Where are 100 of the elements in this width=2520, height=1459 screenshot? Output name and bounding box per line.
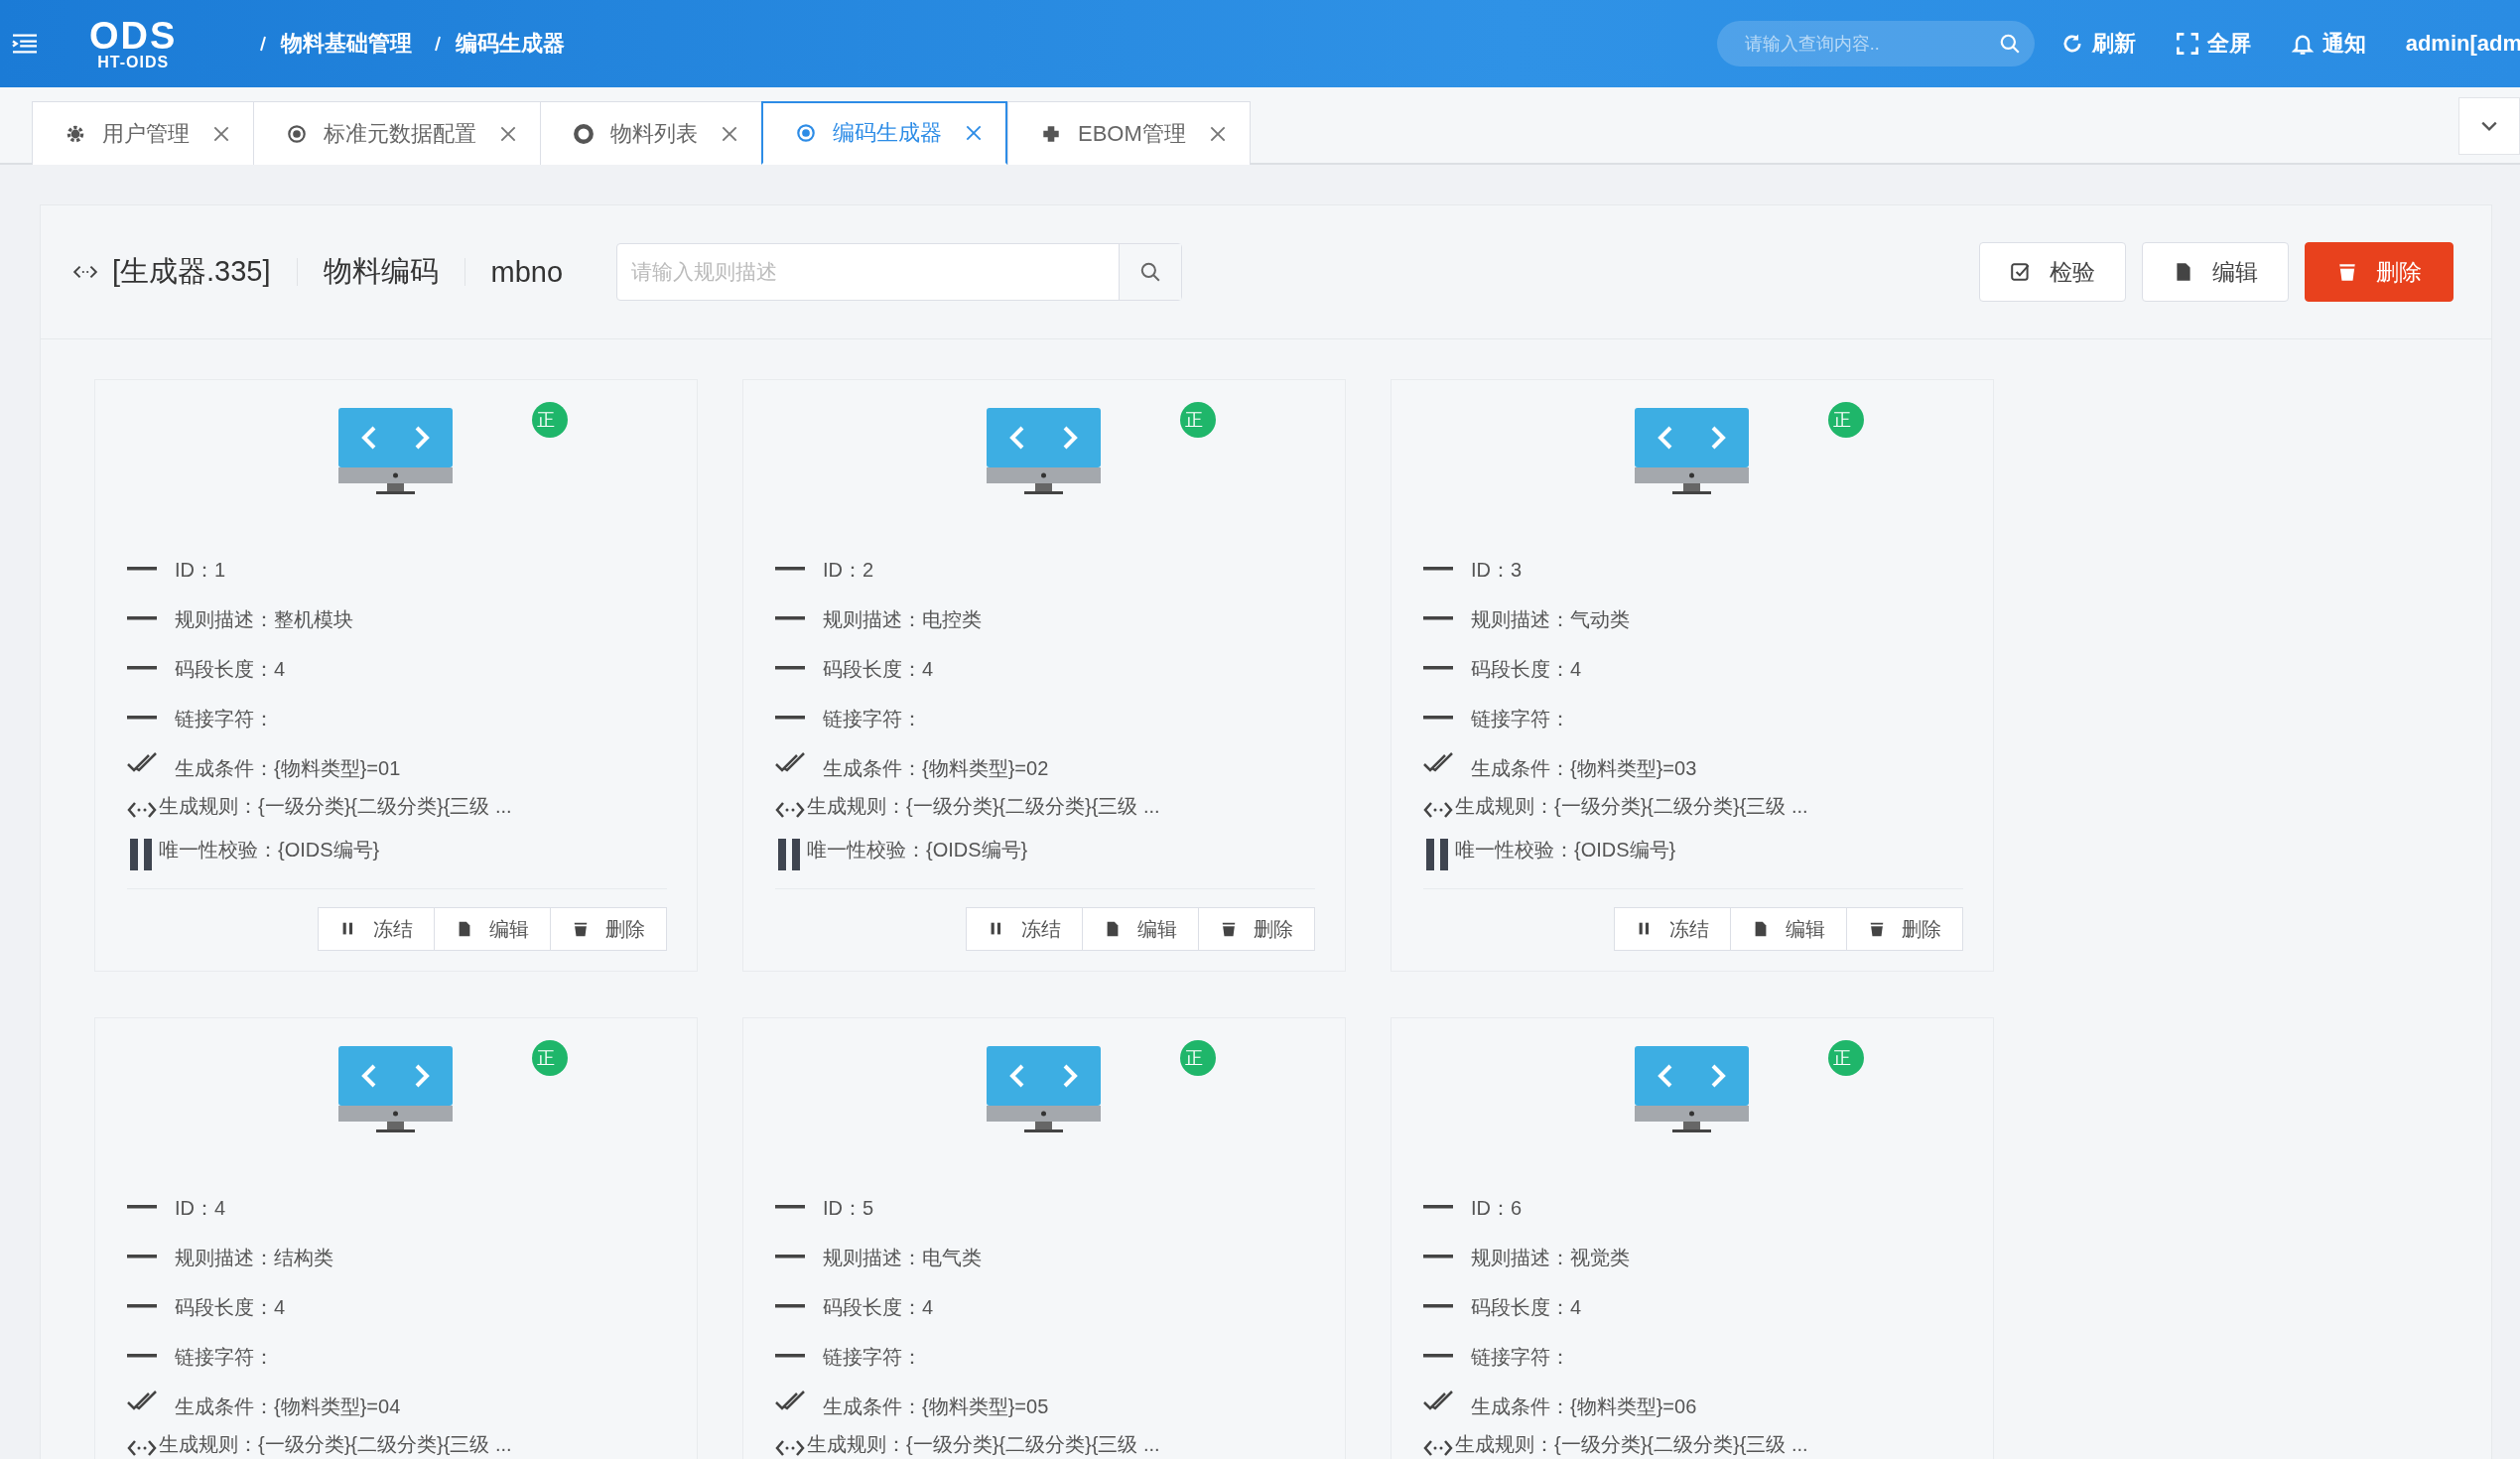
search-input[interactable]: 请输入查询内容.. bbox=[1742, 32, 1999, 56]
monitor-code-icon bbox=[986, 408, 1101, 497]
dash-icon bbox=[775, 1354, 805, 1360]
monitor-code-icon bbox=[1634, 408, 1749, 497]
dash-icon bbox=[1423, 1205, 1453, 1211]
field-text: 规则描述：气动类 bbox=[1471, 606, 1630, 632]
delete-button[interactable]: 删除 bbox=[1198, 907, 1315, 951]
dash-icon bbox=[127, 616, 157, 622]
field-text: ID：6 bbox=[1471, 1195, 1523, 1221]
double-check-icon bbox=[1423, 752, 1453, 774]
bin-icon bbox=[1220, 920, 1238, 938]
close-icon[interactable] bbox=[213, 125, 229, 142]
user-menu[interactable]: admin[adm bbox=[2405, 31, 2520, 57]
chevron-down-icon bbox=[2480, 120, 2498, 132]
delete-button[interactable]: 删除 bbox=[550, 907, 667, 951]
dash-icon bbox=[775, 666, 805, 672]
refresh-button[interactable]: 刷新 bbox=[2059, 29, 2136, 59]
ring-icon bbox=[573, 122, 595, 145]
dash-icon bbox=[127, 1205, 157, 1211]
dash-icon bbox=[1423, 567, 1453, 573]
field-text: 码段长度：4 bbox=[175, 656, 286, 682]
breadcrumb-item[interactable]: 编码生成器 bbox=[456, 29, 566, 59]
code-icon bbox=[775, 1438, 805, 1458]
tab[interactable]: 标准元数据配置 bbox=[253, 101, 540, 165]
status-badge: 正 bbox=[1180, 1040, 1216, 1076]
tab[interactable]: 物料列表 bbox=[540, 101, 761, 165]
dash-icon bbox=[775, 616, 805, 622]
edit-button[interactable]: 编辑 bbox=[2142, 242, 2289, 302]
verify-button[interactable]: 检验 bbox=[1979, 242, 2126, 302]
field-text: 链接字符： bbox=[823, 1344, 922, 1370]
field-text: 规则描述：整机模块 bbox=[175, 606, 353, 632]
search-icon[interactable] bbox=[1139, 261, 1162, 283]
bell-button[interactable]: 通知 bbox=[2290, 29, 2366, 59]
field-text: ID：2 bbox=[823, 557, 874, 583]
generator-id: [生成器.335] bbox=[112, 254, 271, 289]
tab[interactable]: EBOM管理 bbox=[1007, 101, 1251, 165]
dash-icon bbox=[127, 567, 157, 573]
slash-icon bbox=[259, 34, 268, 54]
code-icon bbox=[1423, 800, 1453, 820]
field-text: 链接字符： bbox=[175, 1344, 274, 1370]
field-text: 规则描述：电气类 bbox=[823, 1245, 982, 1270]
field-text: 码段长度：4 bbox=[1471, 1294, 1582, 1320]
field-text: 生成条件：{物料类型}=03 bbox=[1471, 755, 1697, 781]
breadcrumb-item[interactable]: 物料基础管理 bbox=[281, 29, 413, 59]
dash-icon bbox=[127, 1255, 157, 1260]
fullscreen-button[interactable]: 全屏 bbox=[2175, 29, 2251, 59]
status-badge: 正 bbox=[1828, 1040, 1864, 1076]
dash-icon bbox=[775, 1255, 805, 1260]
field-text: 生成条件：{物料类型}=05 bbox=[823, 1393, 1049, 1419]
dash-icon bbox=[1423, 1354, 1453, 1360]
field-text: 规则描述：视觉类 bbox=[1471, 1245, 1630, 1270]
monitor-code-icon bbox=[986, 1046, 1101, 1135]
dash-icon bbox=[127, 666, 157, 672]
field-text: 链接字符： bbox=[1471, 1344, 1570, 1370]
edit-button[interactable]: 编辑 bbox=[434, 907, 551, 951]
freeze-button[interactable]: 冻结 bbox=[1614, 907, 1731, 951]
field-text: 链接字符： bbox=[1471, 706, 1570, 731]
delete-button[interactable]: 删除 bbox=[1846, 907, 1963, 951]
generator-code: mbno bbox=[490, 255, 564, 289]
close-icon[interactable] bbox=[1209, 125, 1226, 142]
menu-icon[interactable] bbox=[10, 32, 40, 56]
status-badge: 正 bbox=[1180, 402, 1216, 438]
close-icon[interactable] bbox=[722, 125, 737, 142]
delete-button[interactable]: 删除 bbox=[2305, 242, 2454, 302]
field-text: 规则描述：电控类 bbox=[823, 606, 982, 632]
code-icon bbox=[775, 800, 805, 820]
dash-icon bbox=[127, 1354, 157, 1360]
freeze-button[interactable]: 冻结 bbox=[966, 907, 1083, 951]
field-text: 码段长度：4 bbox=[1471, 656, 1582, 682]
field-text: 生成条件：{物料类型}=04 bbox=[175, 1393, 401, 1419]
monitor-code-icon bbox=[1634, 1046, 1749, 1135]
bin-icon bbox=[572, 920, 590, 938]
field-text: 生成规则：{一级分类}{二级分类}{三级 ... bbox=[1455, 1431, 1808, 1457]
field-text: 码段长度：4 bbox=[175, 1294, 286, 1320]
search-field[interactable]: 请输入查询内容.. bbox=[1716, 21, 2035, 66]
search-icon[interactable] bbox=[1998, 33, 2021, 55]
dash-icon bbox=[127, 1304, 157, 1310]
field-text: 生成条件：{物料类型}=01 bbox=[175, 755, 401, 781]
field-text: 生成规则：{一级分类}{二级分类}{三级 ... bbox=[807, 793, 1160, 819]
code-icon bbox=[127, 800, 157, 820]
dash-icon bbox=[1423, 666, 1453, 672]
field-text: 码段长度：4 bbox=[823, 1294, 934, 1320]
tab[interactable]: 编码生成器 bbox=[761, 101, 1007, 165]
dash-icon bbox=[775, 716, 805, 722]
freeze-button[interactable]: 冻结 bbox=[318, 907, 435, 951]
dash-icon bbox=[775, 567, 805, 573]
close-icon[interactable] bbox=[966, 125, 982, 141]
field-text: 链接字符： bbox=[175, 706, 274, 731]
dash-icon bbox=[1423, 616, 1453, 622]
tab[interactable]: 用户管理 bbox=[32, 101, 253, 165]
field-text: ID：3 bbox=[1471, 557, 1523, 583]
code-icon bbox=[1423, 1438, 1453, 1458]
close-icon[interactable] bbox=[500, 125, 516, 142]
edit-button[interactable]: 编辑 bbox=[1730, 907, 1847, 951]
dash-icon bbox=[775, 1205, 805, 1211]
logo: ODS HT-OIDS bbox=[89, 17, 178, 70]
checkbox-icon bbox=[2010, 261, 2032, 283]
edit-button[interactable]: 编辑 bbox=[1082, 907, 1199, 951]
field-text: 生成规则：{一级分类}{二级分类}{三级 ... bbox=[159, 1431, 512, 1457]
field-text: ID：5 bbox=[823, 1195, 874, 1221]
